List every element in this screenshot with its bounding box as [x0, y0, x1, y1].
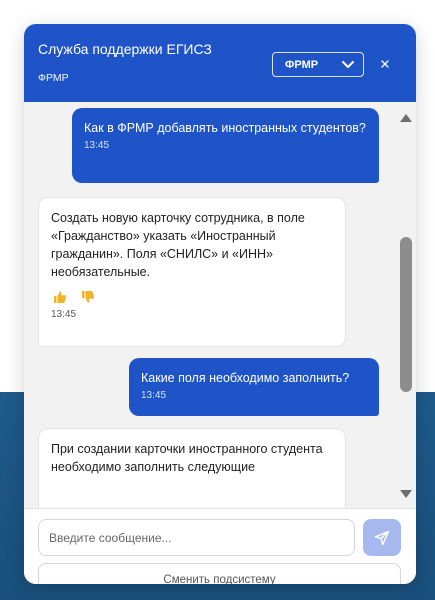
- send-button[interactable]: [363, 519, 401, 556]
- message-text: Создать новую карточку сотрудника, в пол…: [51, 211, 305, 279]
- close-icon: [381, 60, 389, 68]
- user-message: Какие поля необходимо заполнить? 13:45: [129, 358, 379, 416]
- message-time: 13:45: [84, 140, 110, 151]
- chat-title: Служба поддержки ЕГИСЗ: [38, 41, 212, 57]
- bot-message: Создать новую карточку сотрудника, в пол…: [38, 197, 346, 347]
- support-chat-widget: Служба поддержки ЕГИСЗ ФРМР ФРМР Как в Ф…: [24, 24, 416, 584]
- thumbs-up-icon[interactable]: [53, 290, 67, 304]
- chat-header: Служба поддержки ЕГИСЗ ФРМР ФРМР: [24, 24, 416, 102]
- scroll-up-arrow-icon[interactable]: [400, 110, 412, 122]
- thumbs-down-icon[interactable]: [81, 290, 95, 304]
- message-input[interactable]: [38, 519, 355, 556]
- send-icon: [374, 530, 390, 545]
- subsystem-select-value: ФРМР: [285, 58, 319, 71]
- close-button[interactable]: [376, 55, 394, 73]
- message-text: Какие поля необходимо заполнить?: [141, 371, 350, 385]
- message-text: При создании карточки иностранного студе…: [51, 442, 323, 474]
- subsystem-select[interactable]: ФРМР: [272, 52, 364, 77]
- message-scrollbar[interactable]: [396, 102, 416, 508]
- bot-message: При создании карточки иностранного студе…: [38, 428, 346, 508]
- message-text: Как в ФРМР добавлять иностранных студент…: [84, 121, 366, 135]
- message-list[interactable]: Как в ФРМР добавлять иностранных студент…: [24, 102, 396, 508]
- chevron-down-icon: [341, 60, 355, 70]
- user-message: Как в ФРМР добавлять иностранных студент…: [72, 108, 379, 183]
- message-time: 13:45: [51, 309, 77, 320]
- chat-subtitle: ФРМР: [38, 72, 69, 84]
- scroll-down-arrow-icon[interactable]: [400, 486, 412, 498]
- scrollbar-thumb[interactable]: [400, 237, 412, 392]
- feedback-buttons: [53, 290, 333, 304]
- chat-composer: Сменить подсистему: [24, 508, 416, 584]
- message-time: 13:45: [141, 390, 167, 401]
- switch-subsystem-button[interactable]: Сменить подсистему: [38, 563, 401, 584]
